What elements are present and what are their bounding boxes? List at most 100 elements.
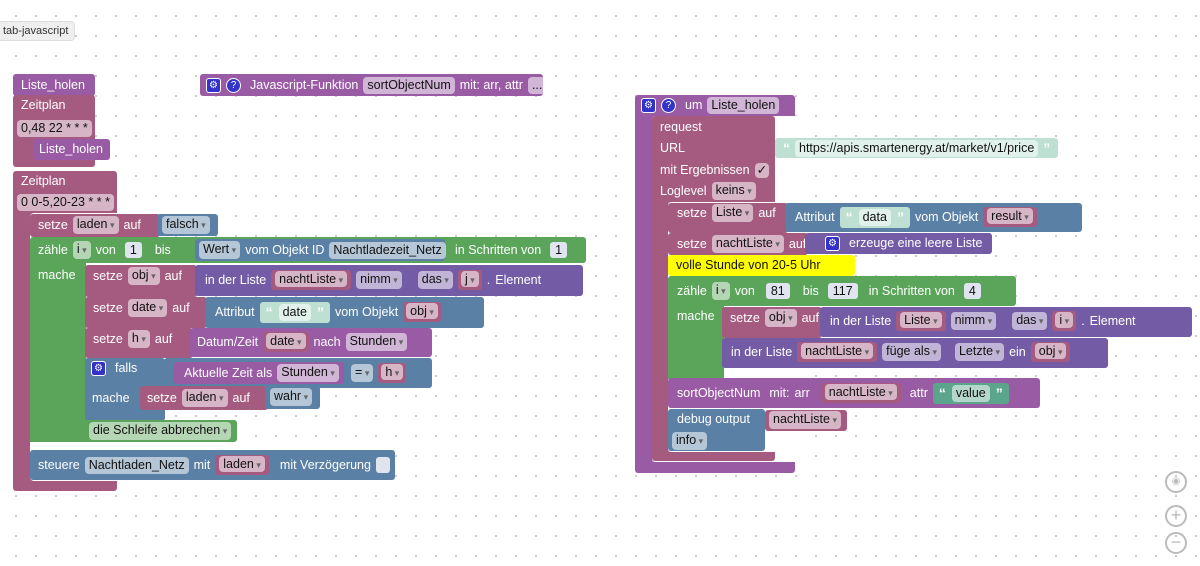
break-dropdown[interactable]: die Schleife abbrechen bbox=[89, 422, 232, 440]
position-dropdown[interactable]: Letzte bbox=[954, 343, 1005, 361]
url-field[interactable]: https://apis.smartenergy.at/market/v1/pr… bbox=[795, 139, 1039, 157]
loglevel-dropdown[interactable]: keins bbox=[711, 182, 756, 200]
operator-dropdown[interactable]: = bbox=[351, 364, 374, 382]
boolean-dropdown[interactable]: wahr bbox=[270, 388, 313, 406]
from-number[interactable]: 1 bbox=[124, 242, 142, 258]
var-dropdown[interactable]: obj bbox=[764, 309, 797, 327]
zoom-out-icon[interactable]: − bbox=[1165, 532, 1187, 554]
index-var-dropdown[interactable]: j bbox=[460, 271, 479, 287]
get-state-block[interactable]: Wert vom Objekt ID Nachtladezeit_Netz bbox=[195, 239, 446, 261]
delay-checkbox[interactable] bbox=[375, 457, 390, 473]
boolean-block[interactable]: falsch bbox=[157, 214, 218, 236]
gear-icon[interactable]: ⚙ bbox=[91, 360, 106, 376]
cron-field[interactable]: 0,48 22 * * * bbox=[17, 119, 92, 137]
set-laden-block[interactable]: setze laden auf bbox=[30, 214, 160, 237]
more-button[interactable]: ... bbox=[527, 76, 547, 94]
list-var-dropdown[interactable]: nachtListe bbox=[801, 343, 874, 359]
function-name-field[interactable]: sortObjectNum bbox=[363, 76, 455, 94]
laden-var-dropdown[interactable]: laden bbox=[219, 456, 265, 472]
set-date-block[interactable]: setze dateauf bbox=[85, 297, 207, 328]
set-nachtliste-block[interactable]: setze nachtListe auf bbox=[668, 233, 808, 255]
create-list-block[interactable]: ⚙ erzeuge eine leere Liste bbox=[805, 233, 992, 254]
attribute-block[interactable]: Attribut “ data ” vom Objekt result bbox=[785, 203, 1082, 232]
results-checkbox[interactable]: ✓ bbox=[754, 162, 770, 178]
to-number[interactable]: 117 bbox=[827, 283, 858, 299]
for-loop-block[interactable]: zähleivon 81 bis 117 in Schritten von 4 bbox=[668, 276, 1016, 306]
text-block[interactable]: “ date ” bbox=[259, 301, 330, 323]
javascript-function-block[interactable]: ⚙? Javascript-Funktion sortObjectNum mit: a… bbox=[200, 74, 547, 96]
call-sort-block[interactable]: sortObjectNum mit: arr nachtListe attr “ value… bbox=[668, 378, 1040, 408]
text-block[interactable]: “ value ” bbox=[932, 382, 1009, 404]
text-field[interactable]: date bbox=[278, 303, 311, 321]
item-var-dropdown[interactable]: obj bbox=[1034, 343, 1067, 359]
list-var-dropdown[interactable]: nachtListe bbox=[824, 384, 897, 400]
step-number[interactable]: 4 bbox=[963, 283, 981, 299]
control-block[interactable]: steuere Nachtladen_Netz mit laden mit Verzög… bbox=[30, 450, 395, 480]
index-var-dropdown[interactable]: i bbox=[1055, 312, 1074, 328]
text-field[interactable]: data bbox=[858, 208, 891, 226]
set-obj-block[interactable]: setze objauf bbox=[722, 307, 822, 338]
boolean-block[interactable]: wahr bbox=[265, 386, 320, 409]
loop-var-dropdown[interactable]: i bbox=[711, 282, 730, 300]
op-dropdown[interactable]: nimm bbox=[950, 312, 997, 330]
unit-dropdown[interactable]: Stunden bbox=[277, 364, 339, 382]
comment-block[interactable]: volle Stunde von 20-5 Uhr bbox=[668, 255, 855, 276]
date-convert-block[interactable]: Datum/Zeit date nach Stunden bbox=[190, 328, 432, 357]
obj-var-dropdown[interactable]: obj bbox=[406, 303, 438, 319]
var-dropdown[interactable]: Liste bbox=[711, 204, 754, 222]
level-dropdown[interactable]: info bbox=[672, 432, 708, 450]
debug-output-block[interactable]: debug output info bbox=[668, 409, 765, 451]
zoom-in-icon[interactable]: + bbox=[1165, 505, 1187, 527]
var-dropdown[interactable]: laden bbox=[181, 389, 228, 407]
list-var-dropdown[interactable]: Liste bbox=[900, 312, 942, 328]
op-dropdown[interactable]: nimm bbox=[356, 271, 402, 289]
list-var-dropdown[interactable]: nachtListe bbox=[275, 271, 348, 287]
gear-icon[interactable]: ⚙ bbox=[825, 235, 840, 251]
var-dropdown[interactable]: laden bbox=[72, 216, 119, 234]
boolean-dropdown[interactable]: falsch bbox=[162, 216, 210, 234]
compare-block[interactable]: Aktuelle Zeit als Stunden = h bbox=[164, 358, 432, 388]
object-id-field[interactable]: Nachtladen_Netz bbox=[84, 456, 189, 474]
workspace-tab[interactable]: tab-javascript bbox=[0, 21, 76, 41]
var-dropdown[interactable]: date bbox=[127, 299, 168, 317]
h-var-dropdown[interactable]: h bbox=[381, 364, 404, 380]
date-var-dropdown[interactable]: date bbox=[266, 333, 306, 349]
gear-icon[interactable]: ⚙ bbox=[641, 97, 656, 113]
cron-field[interactable]: 0 0-5,20-23 * * * bbox=[17, 193, 114, 211]
gear-icon[interactable]: ⚙ bbox=[206, 77, 221, 93]
list-get-block[interactable]: in der Liste Liste nimmdasi. Element bbox=[820, 307, 1192, 337]
var-dropdown[interactable]: nachtListe bbox=[769, 411, 842, 429]
set-obj-block[interactable]: setze objauf bbox=[85, 265, 197, 297]
object-id-field[interactable]: Nachtladezeit_Netz bbox=[329, 241, 446, 259]
help-icon[interactable]: ? bbox=[661, 97, 676, 113]
unit-dropdown[interactable]: Stunden bbox=[345, 333, 408, 351]
value-type-dropdown[interactable]: Wert bbox=[199, 241, 241, 259]
url-text-block[interactable]: “ https://apis.smartenergy.at/market/v1/p… bbox=[775, 138, 1058, 158]
var-dropdown[interactable]: h bbox=[127, 330, 150, 348]
var-dropdown[interactable]: nachtListe bbox=[711, 235, 784, 253]
attribute-block[interactable]: Attribut “ date ” vom Objekt obj bbox=[205, 297, 484, 328]
var-block[interactable]: nachtListe bbox=[765, 410, 847, 431]
procedure-call-hat[interactable]: Liste_holen bbox=[13, 74, 95, 96]
text-block[interactable]: “ data ” bbox=[839, 206, 910, 228]
procedure-name-field[interactable]: Liste_holen bbox=[707, 96, 780, 114]
for-loop-block[interactable]: zähleivon 1 bis Wert vom Objekt ID Nachtlade… bbox=[30, 237, 586, 263]
set-liste-block[interactable]: setze Liste auf bbox=[668, 203, 788, 233]
recenter-icon[interactable]: ◉ bbox=[1165, 471, 1187, 493]
break-block[interactable]: die Schleife abbrechen bbox=[85, 420, 237, 442]
list-append-block[interactable]: in der Liste nachtListe füge als Letzte eino… bbox=[722, 338, 1108, 368]
loop-var-dropdown[interactable]: i bbox=[72, 241, 91, 259]
op-dropdown[interactable]: füge als bbox=[882, 343, 941, 361]
result-var-dropdown[interactable]: result bbox=[987, 208, 1033, 224]
mode-dropdown[interactable]: das bbox=[417, 271, 453, 289]
from-number[interactable]: 81 bbox=[765, 283, 790, 299]
step-number[interactable]: 1 bbox=[550, 242, 568, 258]
help-icon[interactable]: ? bbox=[226, 77, 241, 93]
text-field[interactable]: value bbox=[951, 384, 990, 402]
current-time-block[interactable]: Aktuelle Zeit als Stunden bbox=[174, 362, 344, 384]
procedure-call[interactable]: Liste_holen bbox=[33, 139, 110, 160]
var-dropdown[interactable]: obj bbox=[127, 267, 160, 285]
mode-dropdown[interactable]: das bbox=[1012, 312, 1048, 330]
set-h-block[interactable]: setzehauf bbox=[85, 328, 193, 358]
set-laden-true-block[interactable]: setze laden auf bbox=[140, 386, 268, 410]
